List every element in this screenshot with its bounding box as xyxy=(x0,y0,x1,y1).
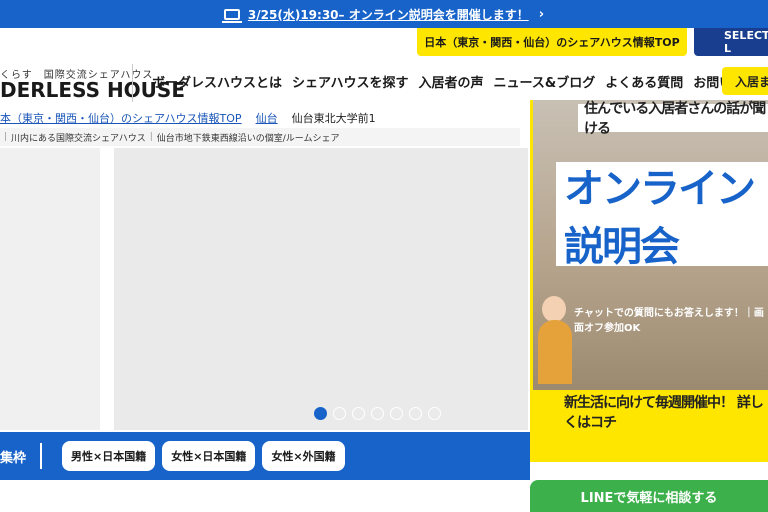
slider-dot[interactable] xyxy=(314,407,327,420)
person-head-illustration xyxy=(542,296,566,322)
banner-chat-text: チャットでの質問にもお答えします！｜画面オフ参加OK xyxy=(574,308,764,334)
nav-item-search[interactable]: シェアハウスを探す xyxy=(292,72,408,91)
tag-transit: 仙台市地下鉄東西線沿いの個室/ルームシェア xyxy=(156,133,340,144)
nav-item-about[interactable]: ボーダレスハウスとは xyxy=(152,72,282,91)
chip-female-foreign[interactable]: 女性×外国籍 xyxy=(262,441,345,471)
breadcrumb-sendai[interactable]: 仙台 xyxy=(256,110,278,126)
announcement-bar[interactable]: 3/25(水)19:30– オンライン説明会を開催します！ › xyxy=(0,0,768,28)
slider-dot[interactable] xyxy=(333,407,346,420)
slider-dots xyxy=(314,407,441,420)
filter-divider xyxy=(40,443,42,469)
online-session-banner[interactable]: 住んでいる入居者さんの話が聞ける オンライン説明会 チャットでの質問にもお答えし… xyxy=(530,100,768,462)
slider-dot[interactable] xyxy=(409,407,422,420)
nav-item-voices[interactable]: 入居者の声 xyxy=(419,72,484,91)
filter-label: 集枠 xyxy=(0,450,27,466)
nav-item-faq[interactable]: よくある質問 xyxy=(605,72,683,91)
banner-headline: オンライン説明会 xyxy=(556,162,768,270)
slider-dot[interactable] xyxy=(428,407,441,420)
slider-main-image[interactable] xyxy=(114,148,528,430)
move-in-button[interactable]: 入居ま xyxy=(722,67,768,95)
slider-dot[interactable] xyxy=(390,407,403,420)
banner-bottom-text: 新生活に向けて毎週開催中！ 詳しくはコチ xyxy=(564,395,764,431)
select-language-button[interactable]: SELECT L xyxy=(694,28,768,56)
slider-prev-image[interactable] xyxy=(0,148,100,430)
nav-item-news[interactable]: ニュース&ブログ xyxy=(494,72,596,91)
breadcrumb-top[interactable]: 本（東京・関西・仙台）のシェアハウス情報TOP xyxy=(0,110,242,126)
chip-male-japanese[interactable]: 男性×日本国籍 xyxy=(62,441,156,471)
slider-dot[interactable] xyxy=(352,407,365,420)
tag-separator: | xyxy=(4,132,8,142)
main-nav: ボーダレスハウスとは シェアハウスを探す 入居者の声 ニュース&ブログ よくある… xyxy=(152,72,768,91)
slider-dot[interactable] xyxy=(371,407,384,420)
header-divider xyxy=(132,64,133,102)
breadcrumb-current: 仙台東北大学前1 xyxy=(291,112,376,125)
tag-location: 川内にある国際交流シェアハウス xyxy=(11,133,146,144)
chip-female-japanese[interactable]: 女性×日本国籍 xyxy=(162,441,256,471)
info-top-link[interactable]: 日本（東京・関西・仙台）のシェアハウス情報TOP xyxy=(417,28,687,56)
chevron-right-icon: › xyxy=(538,6,545,22)
property-tags: | 川内にある国際交流シェアハウス | 仙台市地下鉄東西線沿いの個室/ルームシェ… xyxy=(0,128,520,146)
announcement-text[interactable]: 3/25(水)19:30– オンライン説明会を開催します！ xyxy=(248,6,529,23)
person-illustration xyxy=(538,320,572,384)
tag-separator: | xyxy=(149,132,153,142)
breadcrumb: 本（東京・関西・仙台）のシェアハウス情報TOP 仙台 仙台東北大学前1 xyxy=(0,110,376,126)
laptop-icon xyxy=(221,8,242,23)
banner-top-text: 住んでいる入居者さんの話が聞ける xyxy=(578,101,768,137)
vacancy-filter-bar: 集枠 男性×日本国籍 女性×日本国籍 女性×外国籍 xyxy=(0,432,530,480)
line-consult-button[interactable]: LINEで気軽に相談する xyxy=(530,480,768,512)
